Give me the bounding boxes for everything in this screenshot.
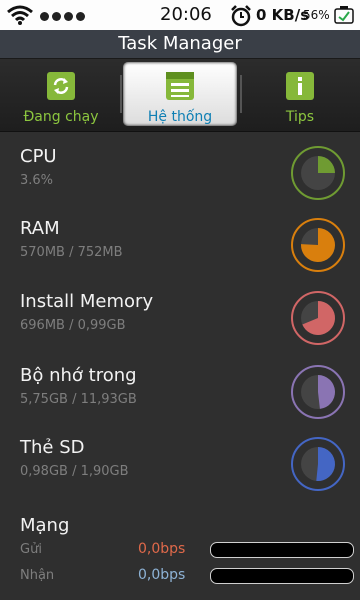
send-label: Gửi <box>20 542 42 557</box>
resource-row-internal-storage: Bộ nhớ trong 5,75GB / 11,93GB <box>0 355 360 427</box>
tab-bar: Đang chạy Hệ thống Tips <box>0 59 360 132</box>
resource-row-cpu: CPU 3.6% <box>0 136 360 208</box>
system-list-icon <box>166 72 194 100</box>
battery-percent: 56% <box>303 8 330 22</box>
signal-dots-icon <box>40 12 85 21</box>
send-progress-bar <box>210 542 354 558</box>
resource-usage: 696MB / 0,99GB <box>20 318 126 333</box>
info-icon <box>286 72 314 100</box>
battery-icon <box>333 5 355 29</box>
app-title: Task Manager <box>118 33 242 54</box>
resource-row-sd-card: Thẻ SD 0,98GB / 1,90GB <box>0 427 360 499</box>
send-speed: 0,0bps <box>138 541 186 557</box>
alarm-clock-icon <box>230 5 252 31</box>
resource-name: CPU <box>20 146 57 167</box>
tab-tips-label: Tips <box>285 109 315 125</box>
status-time: 20:06 <box>160 4 212 25</box>
tab-divider <box>120 75 122 113</box>
receive-speed: 0,0bps <box>138 567 186 583</box>
wifi-icon <box>6 5 34 29</box>
network-send-row: Gửi 0,0bps <box>0 539 360 561</box>
network-title: Mạng <box>20 515 70 536</box>
receive-progress-bar <box>210 568 354 584</box>
ram-usage-pie <box>291 218 345 272</box>
receive-label: Nhận <box>20 568 55 583</box>
resource-name: Install Memory <box>20 291 154 312</box>
network-receive-row: Nhận 0,0bps <box>0 565 360 587</box>
refresh-icon <box>47 72 75 100</box>
install-memory-usage-pie <box>291 291 345 345</box>
tab-tips[interactable]: Tips <box>243 62 357 126</box>
internal-storage-usage-pie <box>291 365 345 419</box>
resource-usage: 5,75GB / 11,93GB <box>20 392 137 407</box>
tab-divider <box>240 75 242 113</box>
network-speed-text: 0 KB/s <box>256 6 310 24</box>
resource-name: RAM <box>20 218 60 239</box>
resource-usage: 570MB / 752MB <box>20 245 123 260</box>
resource-usage: 0,98GB / 1,90GB <box>20 464 129 479</box>
cpu-usage-pie <box>291 146 345 200</box>
tab-system-label: Hệ thống <box>147 109 213 125</box>
resource-name: Bộ nhớ trong <box>20 365 137 386</box>
resource-usage: 3.6% <box>20 173 54 188</box>
tab-system[interactable]: Hệ thống <box>123 62 237 126</box>
resource-row-install-memory: Install Memory 696MB / 0,99GB <box>0 281 360 353</box>
resource-name: Thẻ SD <box>20 437 85 458</box>
title-bar: Task Manager <box>0 30 360 59</box>
resource-row-ram: RAM 570MB / 752MB <box>0 208 360 280</box>
sd-card-usage-pie <box>291 437 345 491</box>
tab-running[interactable]: Đang chạy <box>4 62 118 126</box>
tab-running-label: Đang chạy <box>23 109 99 125</box>
status-bar: 20:06 0 KB/s 56% <box>0 0 360 30</box>
